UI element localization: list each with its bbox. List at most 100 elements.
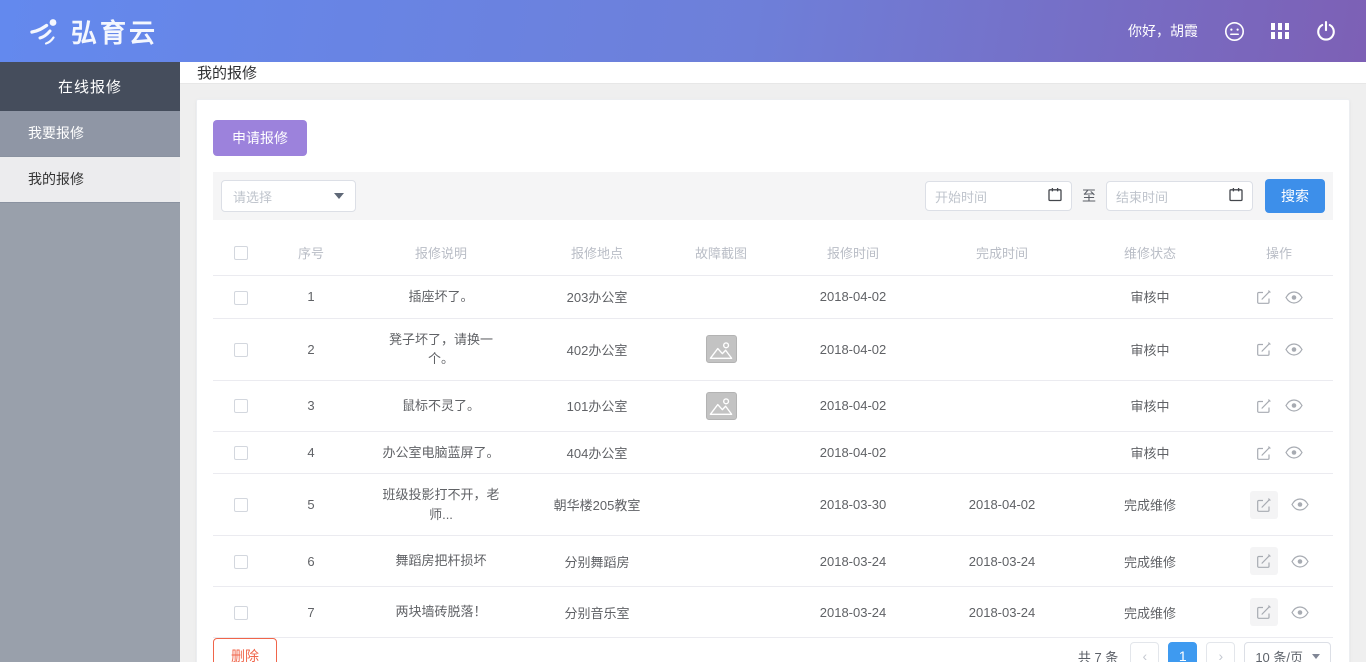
- row-number-cell: 4: [269, 431, 353, 474]
- smiley-icon[interactable]: [1224, 21, 1245, 42]
- status-cell: 审核中: [1075, 318, 1225, 381]
- checkbox-cell: [213, 380, 269, 432]
- calendar-icon: [1229, 187, 1243, 205]
- checkbox-cell: [213, 275, 269, 319]
- apply-repair-button[interactable]: 申请报修: [213, 120, 307, 156]
- logo-text: 弘育云: [71, 17, 159, 48]
- description-text: 插座坏了。: [408, 289, 474, 304]
- next-page-button[interactable]: ›: [1206, 641, 1236, 662]
- start-date-input[interactable]: 开始时间: [925, 181, 1072, 211]
- row-number-cell: 1: [269, 275, 353, 319]
- end-date-input[interactable]: 结束时间: [1106, 181, 1253, 211]
- calendar-icon: [1048, 187, 1062, 205]
- image-thumbnail[interactable]: [705, 335, 737, 363]
- actions-cell: [1225, 380, 1333, 432]
- location-cell: 朝华楼205教室: [529, 473, 665, 536]
- sidebar: 在线报修 我要报修 我的报修: [0, 62, 180, 662]
- description-cell: 插座坏了。: [353, 275, 529, 319]
- edit-icon[interactable]: [1256, 341, 1272, 357]
- page-size-select[interactable]: 10 条/页: [1244, 641, 1331, 662]
- checkbox-cell: [213, 431, 269, 474]
- screenshot-cell: [665, 380, 777, 432]
- row-number-cell: 3: [269, 380, 353, 432]
- main-area: 我的报修 申请报修 请选择 开始时间 至 结束时间 搜索 序号 报修说明 报修地…: [180, 62, 1366, 662]
- location-cell: 101办公室: [529, 380, 665, 432]
- row-number-cell: 5: [269, 473, 353, 536]
- report-time-cell: 2018-04-02: [777, 431, 929, 474]
- screenshot-cell: [665, 473, 777, 536]
- checkbox-cell: [213, 586, 269, 638]
- table-row: 1 插座坏了。 203办公室 2018-04-02 审核中: [213, 275, 1333, 319]
- delete-button[interactable]: 删除: [213, 638, 277, 662]
- actions-cell: [1225, 535, 1333, 587]
- sidebar-item-1[interactable]: 我的报修: [0, 157, 180, 203]
- screenshot-cell: [665, 318, 777, 381]
- image-thumbnail[interactable]: [705, 391, 737, 420]
- location-cell: 203办公室: [529, 275, 665, 319]
- type-select[interactable]: 请选择: [221, 180, 356, 212]
- edit-icon[interactable]: [1256, 445, 1272, 461]
- prev-page-button[interactable]: ‹: [1130, 641, 1160, 662]
- edit-icon[interactable]: [1249, 598, 1278, 626]
- finish-time-cell: [929, 380, 1075, 432]
- location-cell: 402办公室: [529, 318, 665, 381]
- description-cell: 鼠标不灵了。: [353, 380, 529, 432]
- column-header: 序号: [269, 230, 353, 276]
- apps-grid-icon[interactable]: [1271, 22, 1290, 40]
- breadcrumb: 我的报修: [180, 62, 1366, 84]
- row-checkbox[interactable]: [234, 290, 248, 305]
- repairs-table: 序号 报修说明 报修地点 故障截图 报修时间 完成时间 维修状态 操作 1 插座坏了。 203办公…: [213, 230, 1333, 638]
- view-eye-icon[interactable]: [1290, 498, 1309, 511]
- row-checkbox[interactable]: [234, 446, 248, 461]
- description-cell: 凳子坏了，请换一个。: [353, 318, 529, 381]
- table-row: 3 鼠标不灵了。 101办公室 2018-04-02 审核中: [213, 380, 1333, 432]
- date-filter-group: 开始时间 至 结束时间 搜索: [925, 179, 1325, 213]
- status-cell: 审核中: [1075, 431, 1225, 474]
- view-eye-icon[interactable]: [1284, 290, 1303, 304]
- view-eye-icon[interactable]: [1284, 399, 1303, 412]
- row-checkbox[interactable]: [234, 498, 248, 513]
- finish-time-cell: 2018-04-02: [929, 473, 1075, 536]
- table-header-row: 序号 报修说明 报修地点 故障截图 报修时间 完成时间 维修状态 操作: [213, 230, 1333, 276]
- type-select-placeholder: 请选择: [233, 189, 273, 205]
- sidebar-item-0[interactable]: 我要报修: [0, 111, 180, 157]
- description-text: 鼠标不灵了。: [401, 397, 480, 413]
- view-eye-icon[interactable]: [1290, 554, 1309, 568]
- row-checkbox[interactable]: [234, 342, 248, 357]
- description-text: 班级投影打不开，老师...: [382, 487, 500, 522]
- app-logo[interactable]: 弘育云: [28, 13, 158, 50]
- view-eye-icon[interactable]: [1290, 605, 1309, 619]
- start-date-placeholder: 开始时间: [935, 189, 988, 205]
- view-eye-icon[interactable]: [1284, 343, 1303, 356]
- screenshot-cell: [665, 275, 777, 319]
- status-cell: 审核中: [1075, 275, 1225, 319]
- report-time-cell: 2018-03-30: [777, 473, 929, 536]
- table-row: 7 两块墙砖脱落！ 分别音乐室 2018-03-24 2018-03-24 完成维修: [213, 586, 1333, 638]
- status-cell: 完成维修: [1075, 535, 1225, 587]
- page-1-button[interactable]: 1: [1168, 641, 1198, 662]
- report-time-cell: 2018-03-24: [777, 586, 929, 638]
- edit-icon[interactable]: [1256, 398, 1272, 414]
- edit-icon[interactable]: [1249, 490, 1278, 519]
- select-all-checkbox[interactable]: [234, 246, 248, 261]
- column-header: 报修说明: [353, 230, 529, 276]
- actions-cell: [1225, 318, 1333, 381]
- power-icon[interactable]: [1316, 21, 1336, 41]
- pagination: 共 7 条 ‹ 1 › 10 条/页: [1078, 641, 1331, 662]
- edit-icon[interactable]: [1249, 547, 1278, 575]
- end-date-placeholder: 结束时间: [1116, 189, 1169, 205]
- row-number-cell: 2: [269, 318, 353, 381]
- description-cell: 两块墙砖脱落！: [353, 586, 529, 638]
- view-eye-icon[interactable]: [1284, 446, 1303, 459]
- edit-icon[interactable]: [1256, 289, 1272, 305]
- search-button[interactable]: 搜索: [1265, 179, 1325, 213]
- row-checkbox[interactable]: [234, 554, 248, 569]
- screenshot-cell: [665, 431, 777, 474]
- status-cell: 审核中: [1075, 380, 1225, 432]
- location-cell: 404办公室: [529, 431, 665, 474]
- chevron-down-icon: [1312, 653, 1320, 659]
- row-checkbox[interactable]: [234, 399, 248, 414]
- description-text: 两块墙砖脱落！: [395, 604, 487, 620]
- finish-time-cell: [929, 275, 1075, 319]
- row-checkbox[interactable]: [234, 605, 248, 620]
